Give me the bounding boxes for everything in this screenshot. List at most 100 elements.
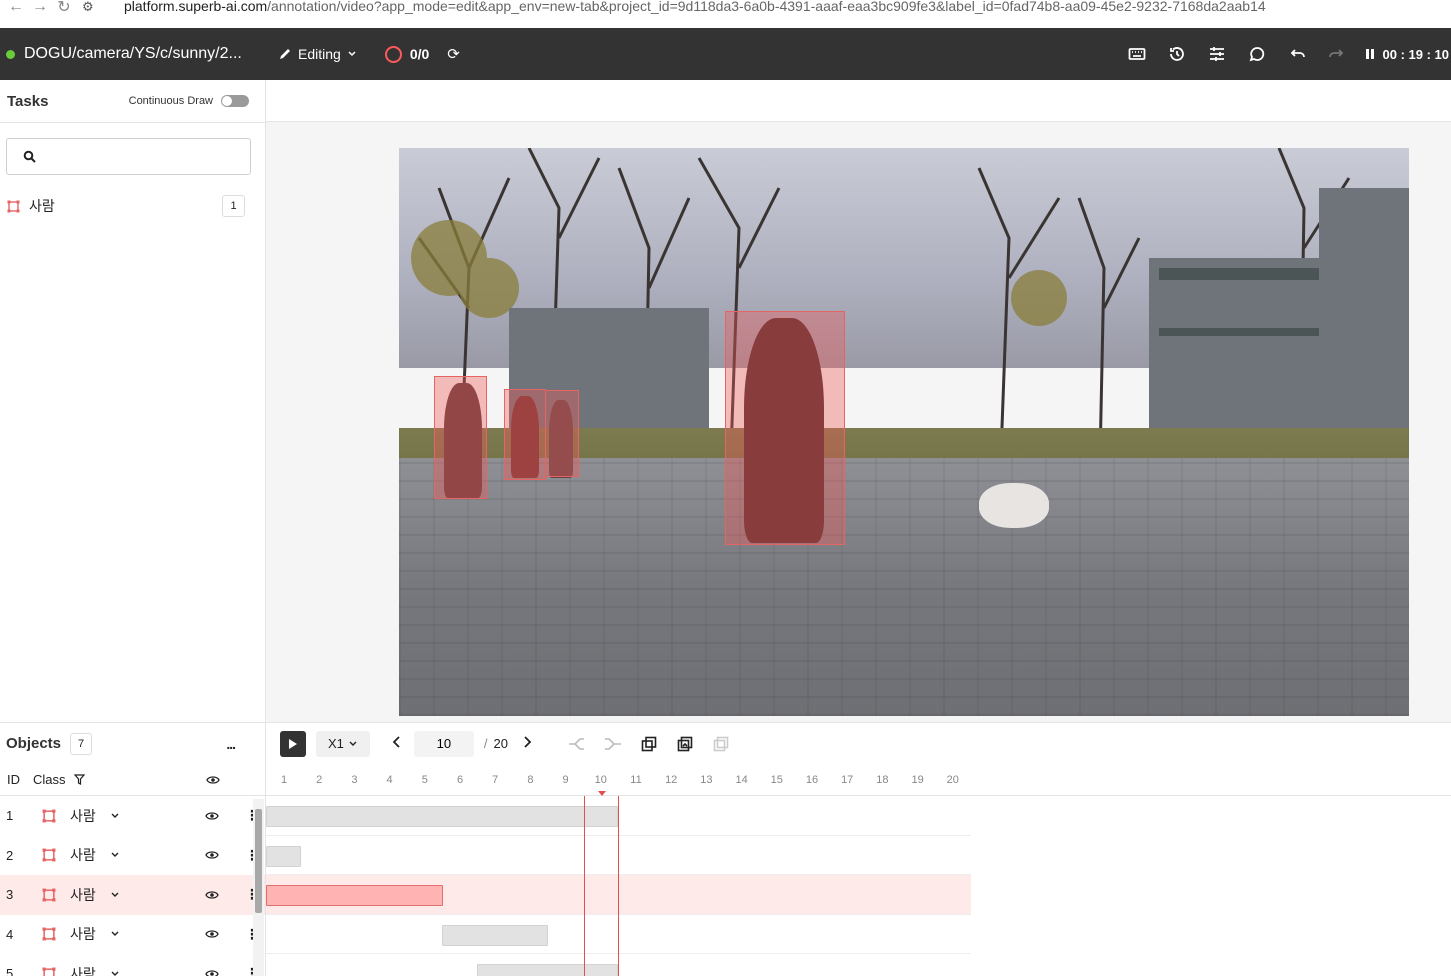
object-row[interactable]: 5 사람 ⋮: [0, 954, 265, 976]
chevron-down-icon[interactable]: [110, 929, 120, 939]
frame-tick: 19: [911, 774, 924, 786]
split-button[interactable]: [568, 736, 586, 752]
canvas-viewer[interactable]: [266, 80, 1451, 722]
frame-tick: 13: [700, 774, 713, 786]
delete-frame-icon: [713, 736, 729, 751]
split-icon: [569, 737, 584, 750]
delete-keyframe-button[interactable]: [712, 736, 730, 752]
frame-separator: /: [483, 736, 488, 751]
track-segment[interactable]: [266, 806, 618, 827]
chevron-down-icon[interactable]: [110, 811, 120, 821]
frame-ruler[interactable]: 1 2 3 4 5 6 7 8 9 10 11 12 13 14 15 16 17 18 19 20: [266, 764, 1451, 796]
filter-icon[interactable]: [73, 774, 85, 785]
eye-icon[interactable]: [205, 969, 219, 976]
frame-tick: 16: [805, 774, 819, 786]
label-title: DOGU/camera/YS/c/sunny/2...: [24, 45, 242, 62]
pause-icon: [1365, 49, 1374, 59]
eye-icon[interactable]: [205, 929, 219, 939]
issue-count: 0/0: [409, 46, 430, 62]
redo-icon[interactable]: [1317, 47, 1357, 61]
object-class-label: 사람: [70, 847, 96, 864]
playhead[interactable]: [584, 791, 619, 976]
frame-tick: 5: [421, 774, 428, 786]
url-host: platform.superb-ai.com: [124, 0, 268, 14]
object-class-label: 사람: [70, 807, 96, 824]
chevron-down-icon: [348, 51, 356, 57]
object-id: 1: [6, 808, 14, 824]
track-segment-selected[interactable]: [266, 885, 443, 906]
back-icon[interactable]: ←: [4, 0, 28, 16]
track-segment[interactable]: [266, 845, 301, 867]
frame-tick: 9: [562, 774, 569, 786]
object-row-selected[interactable]: 3 사람 ⋮: [0, 875, 265, 915]
objects-column-header: ID Class: [0, 764, 265, 796]
chevron-down-icon[interactable]: [110, 850, 120, 860]
mode-label: Editing: [298, 46, 341, 62]
object-row[interactable]: 2 사람 ⋮: [0, 836, 265, 876]
annotation-box[interactable]: [545, 390, 579, 477]
frame-tick: 1: [280, 774, 288, 786]
chevron-down-icon[interactable]: [110, 890, 120, 900]
copy-button[interactable]: [640, 736, 658, 752]
object-id: 3: [6, 887, 14, 903]
search-input[interactable]: [44, 149, 250, 164]
object-row[interactable]: 1 사람 ⋮: [0, 796, 265, 836]
annotation-box[interactable]: [504, 389, 546, 480]
reload-icon[interactable]: ↻: [52, 0, 76, 17]
frame-tick: 3: [351, 774, 358, 786]
playhead-marker: [598, 791, 606, 796]
eye-icon[interactable]: [205, 850, 219, 860]
prev-frame-button[interactable]: [392, 735, 402, 753]
annotation-box[interactable]: [434, 376, 487, 499]
objects-count-badge: 7: [70, 732, 93, 755]
frame-tick: 6: [456, 774, 464, 786]
merge-button[interactable]: [604, 736, 622, 752]
task-count-badge: 1: [222, 195, 245, 217]
track-segment[interactable]: [442, 924, 548, 946]
viewer-toolstrip: [266, 80, 1451, 122]
address-field[interactable]: platform.superb-ai.com/annotation/video?…: [124, 0, 1266, 14]
mode-dropdown[interactable]: Editing: [278, 46, 357, 62]
paste-button[interactable]: [676, 736, 694, 752]
tasks-title: Tasks: [7, 92, 49, 110]
annotation-box[interactable]: [725, 311, 845, 545]
frame-tick: 18: [876, 774, 889, 786]
speed-dropdown[interactable]: X1: [316, 730, 370, 757]
pencil-icon: [280, 49, 290, 59]
timer[interactable]: 00 : 19 : 10: [1365, 47, 1451, 62]
task-item[interactable]: 사람 1: [0, 193, 265, 219]
object-row[interactable]: 4 사람 ⋮: [0, 915, 265, 955]
chevron-down-icon[interactable]: [110, 969, 120, 976]
forward-icon[interactable]: →: [28, 0, 52, 16]
video-frame[interactable]: [399, 148, 1409, 716]
browser-url-bar: ← → ↻ ⚙ platform.superb-ai.com/annotatio…: [0, 0, 1451, 28]
history-icon[interactable]: [1157, 45, 1197, 63]
scrollbar-thumb[interactable]: [255, 809, 262, 913]
more-options-icon[interactable]: ...: [226, 736, 236, 752]
object-id: 5: [6, 966, 14, 976]
task-label: 사람: [29, 198, 55, 214]
continuous-draw-toggle[interactable]: [221, 95, 249, 107]
eye-icon[interactable]: [205, 890, 219, 900]
next-frame-button[interactable]: [522, 735, 532, 753]
undo-icon[interactable]: [1277, 47, 1317, 61]
comment-icon[interactable]: [1237, 45, 1277, 63]
refresh-icon[interactable]: ⟳: [447, 45, 460, 63]
frame-tick: 8: [527, 774, 534, 786]
bounding-box-icon: [42, 848, 56, 862]
frame-tick: 20: [946, 774, 959, 786]
frame-tick: 15: [770, 774, 783, 786]
dog-figure: [979, 483, 1049, 528]
eye-icon[interactable]: [205, 811, 219, 821]
playback-toolbar: X1 / 20: [266, 723, 1451, 764]
timeline-panel: X1 / 20 1234567891011121314151617181920: [266, 722, 1451, 976]
site-settings-icon[interactable]: ⚙: [82, 0, 102, 15]
keyboard-icon[interactable]: [1117, 47, 1157, 61]
sliders-icon[interactable]: [1197, 46, 1237, 62]
issue-icon[interactable]: [384, 45, 402, 63]
eye-icon[interactable]: [206, 775, 220, 785]
frame-input[interactable]: [413, 730, 474, 757]
play-button[interactable]: [280, 730, 306, 757]
timer-value: 00 : 19 : 10: [1382, 46, 1450, 62]
objects-scrollbar[interactable]: [253, 799, 264, 976]
